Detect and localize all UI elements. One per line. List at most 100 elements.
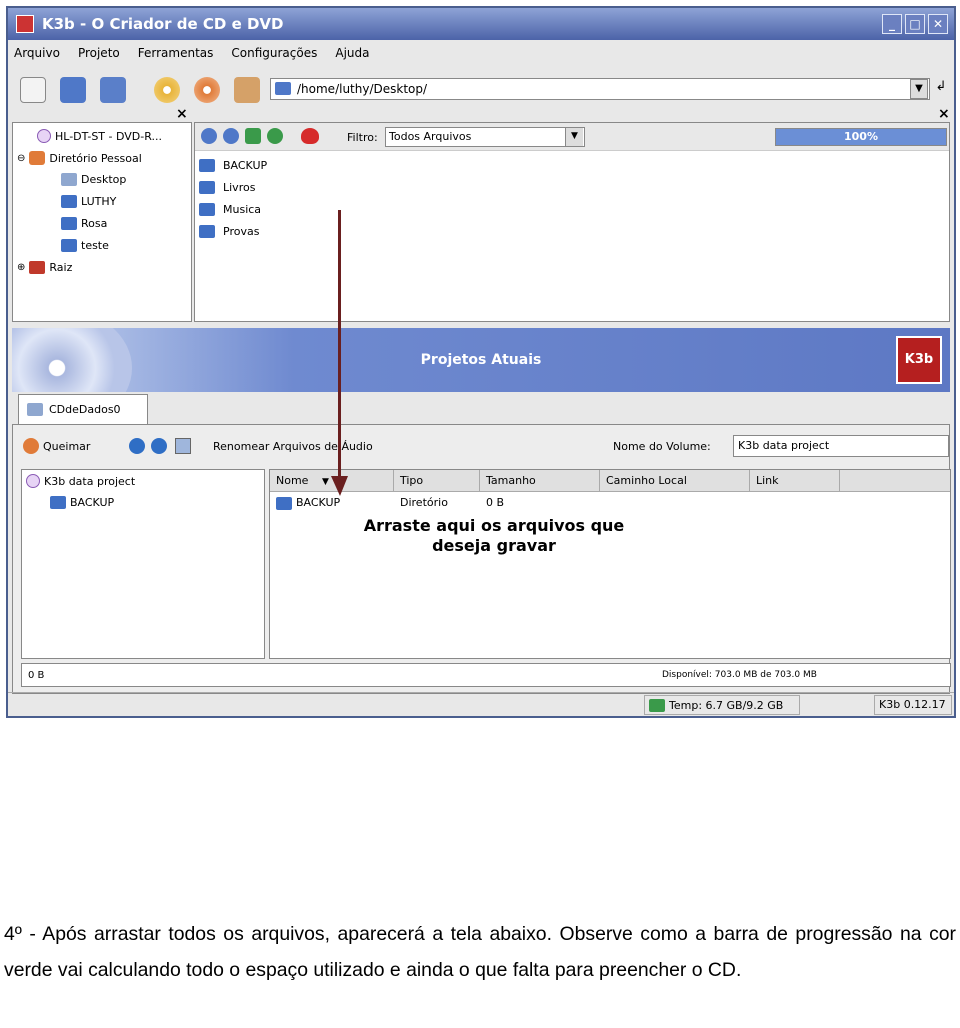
file-item-label: Musica (223, 203, 262, 216)
volume-name-input[interactable]: K3b data project (733, 435, 949, 457)
tree-item-desktop[interactable]: Desktop (61, 173, 126, 186)
folder-icon (199, 181, 215, 194)
tree-item-label: teste (81, 239, 109, 252)
add-icon[interactable] (129, 438, 145, 454)
sort-down-icon: ▼ (321, 477, 329, 487)
column-header-link[interactable]: Link (750, 470, 840, 492)
remove-icon[interactable] (151, 438, 167, 454)
file-item-backup[interactable]: BACKUP (199, 159, 267, 172)
cell-name-text: BACKUP (296, 496, 341, 509)
used-size: 0 B (28, 670, 45, 681)
temp-label: Temp: 6.7 GB/9.2 GB (669, 698, 784, 712)
project-tree-backup[interactable]: BACKUP (50, 496, 114, 509)
column-header-tipo[interactable]: Tipo (394, 470, 480, 492)
cd-icon (26, 474, 40, 488)
open-folder-icon[interactable] (60, 77, 86, 103)
cell-type: Diretório (400, 496, 448, 509)
maximize-button[interactable]: □ (905, 14, 925, 34)
tree-item-luthy[interactable]: LUTHY (61, 195, 116, 208)
file-browser: Filtro: Todos Arquivos ▼ 100% BACKUP Liv… (194, 122, 950, 322)
menu-configuracoes[interactable]: Configurações (231, 46, 317, 60)
available-size: Disponível: 703.0 MB de 703.0 MB (662, 670, 817, 680)
column-header-tamanho[interactable]: Tamanho (480, 470, 600, 492)
chevron-down-icon[interactable]: ▼ (565, 128, 583, 146)
menu-projeto[interactable]: Projeto (78, 46, 120, 60)
project-file-table: Nome ▼ Tipo Tamanho Caminho Local Link B… (269, 469, 951, 659)
menu-ajuda[interactable]: Ajuda (335, 46, 369, 60)
burn-button[interactable]: Queimar (43, 440, 90, 453)
tree-item-rosa[interactable]: Rosa (61, 217, 107, 230)
folder-icon (199, 225, 215, 238)
back-icon[interactable] (223, 128, 239, 144)
menu-arquivo[interactable]: Arquivo (14, 46, 60, 60)
tree-item-dvd-drive[interactable]: HL-DT-ST - DVD-R... (37, 129, 162, 143)
expand-icon[interactable]: ⊕ (17, 262, 25, 273)
drag-instruction-line2: deseja gravar (432, 536, 556, 555)
go-icon[interactable]: ↲ (932, 79, 950, 99)
file-item-livros[interactable]: Livros (199, 181, 255, 194)
project-tree: K3b data project BACKUP (21, 469, 265, 659)
cd-drive-icon (37, 129, 51, 143)
reload-icon[interactable] (267, 128, 283, 144)
k3b-window: K3b - O Criador de CD e DVD _ □ ✕ Arquiv… (6, 6, 956, 718)
home-icon (29, 151, 46, 165)
project-tree-root[interactable]: K3b data project (26, 474, 135, 488)
file-browser-toolbar: Filtro: Todos Arquivos ▼ 100% (195, 123, 949, 151)
tools-icon[interactable] (234, 77, 260, 103)
minimize-button[interactable]: _ (882, 14, 902, 34)
up-icon[interactable] (201, 128, 217, 144)
tab-cd-data-project[interactable]: CDdeDados0 (18, 394, 148, 424)
tree-item-label: LUTHY (81, 195, 117, 208)
folder-icon (61, 239, 77, 252)
folder-icon (61, 195, 77, 208)
tree-item-home[interactable]: ⊖ Diretório Pessoal (17, 151, 142, 165)
cell-size: 0 B (486, 496, 505, 509)
table-row[interactable]: BACKUP Diretório 0 B (270, 494, 950, 512)
size-status: 0 B Disponível: 703.0 MB de 703.0 MB (21, 663, 951, 687)
folder-icon (50, 496, 66, 509)
rename-audio-button[interactable]: Renomear Arquivos de Áudio (213, 440, 373, 453)
tree-item-raiz[interactable]: ⊕ Raiz (17, 261, 72, 274)
version-label: K3b 0.12.17 (874, 695, 952, 715)
home-icon[interactable] (245, 128, 261, 144)
path-dropdown-button[interactable]: ▼ (910, 79, 928, 99)
tree-item-teste[interactable]: teste (61, 239, 109, 252)
cell-name: BACKUP (270, 494, 394, 512)
tree-item-label: Rosa (81, 217, 108, 230)
filter-select[interactable]: Todos Arquivos (385, 127, 585, 147)
title-bar: K3b - O Criador de CD e DVD _ □ ✕ (8, 8, 954, 40)
window-title: K3b - O Criador de CD e DVD (42, 15, 284, 33)
project-toolbar: Queimar Renomear Arquivos de Áudio Nome … (13, 431, 949, 459)
close-button[interactable]: ✕ (928, 14, 948, 34)
burn-cd-icon[interactable] (154, 77, 180, 103)
path-value: /home/luthy/Desktop/ (297, 82, 428, 96)
progress-label: 100% (844, 130, 878, 143)
file-item-provas[interactable]: Provas (199, 225, 259, 238)
copy-cd-icon[interactable] (194, 77, 220, 103)
folder-icon (199, 203, 215, 216)
column-header-caminho-local[interactable]: Caminho Local (600, 470, 750, 492)
close-browser-icon[interactable]: × (938, 106, 950, 122)
folder-icon (275, 82, 291, 95)
drag-instruction: Arraste aqui os arquivos que deseja grav… (334, 516, 654, 556)
menu-ferramentas[interactable]: Ferramentas (138, 46, 214, 60)
properties-icon[interactable] (175, 438, 191, 454)
bookmark-icon[interactable] (301, 128, 319, 144)
drag-arrow-head-icon (331, 476, 348, 496)
cd-project-icon (27, 403, 43, 416)
tab-label: CDdeDados0 (49, 403, 121, 416)
collapse-icon[interactable]: ⊖ (17, 153, 25, 164)
menu-bar: Arquivo Projeto Ferramentas Configuraçõe… (8, 40, 954, 66)
tree-item-label: BACKUP (70, 496, 115, 509)
close-tree-icon[interactable]: × (176, 106, 188, 122)
projects-header: Projetos Atuais K3b (12, 328, 950, 392)
file-item-label: Provas (223, 225, 260, 238)
save-icon[interactable] (100, 77, 126, 103)
burn-icon[interactable] (23, 438, 39, 454)
status-bar: Temp: 6.7 GB/9.2 GB K3b 0.12.17 (8, 692, 954, 716)
drag-arrow (338, 210, 341, 480)
file-item-musica[interactable]: Musica (199, 203, 261, 216)
path-field[interactable]: /home/luthy/Desktop/ (270, 78, 930, 100)
new-project-icon[interactable] (20, 77, 46, 103)
directory-tree: HL-DT-ST - DVD-R... ⊖ Diretório Pessoal … (12, 122, 192, 322)
